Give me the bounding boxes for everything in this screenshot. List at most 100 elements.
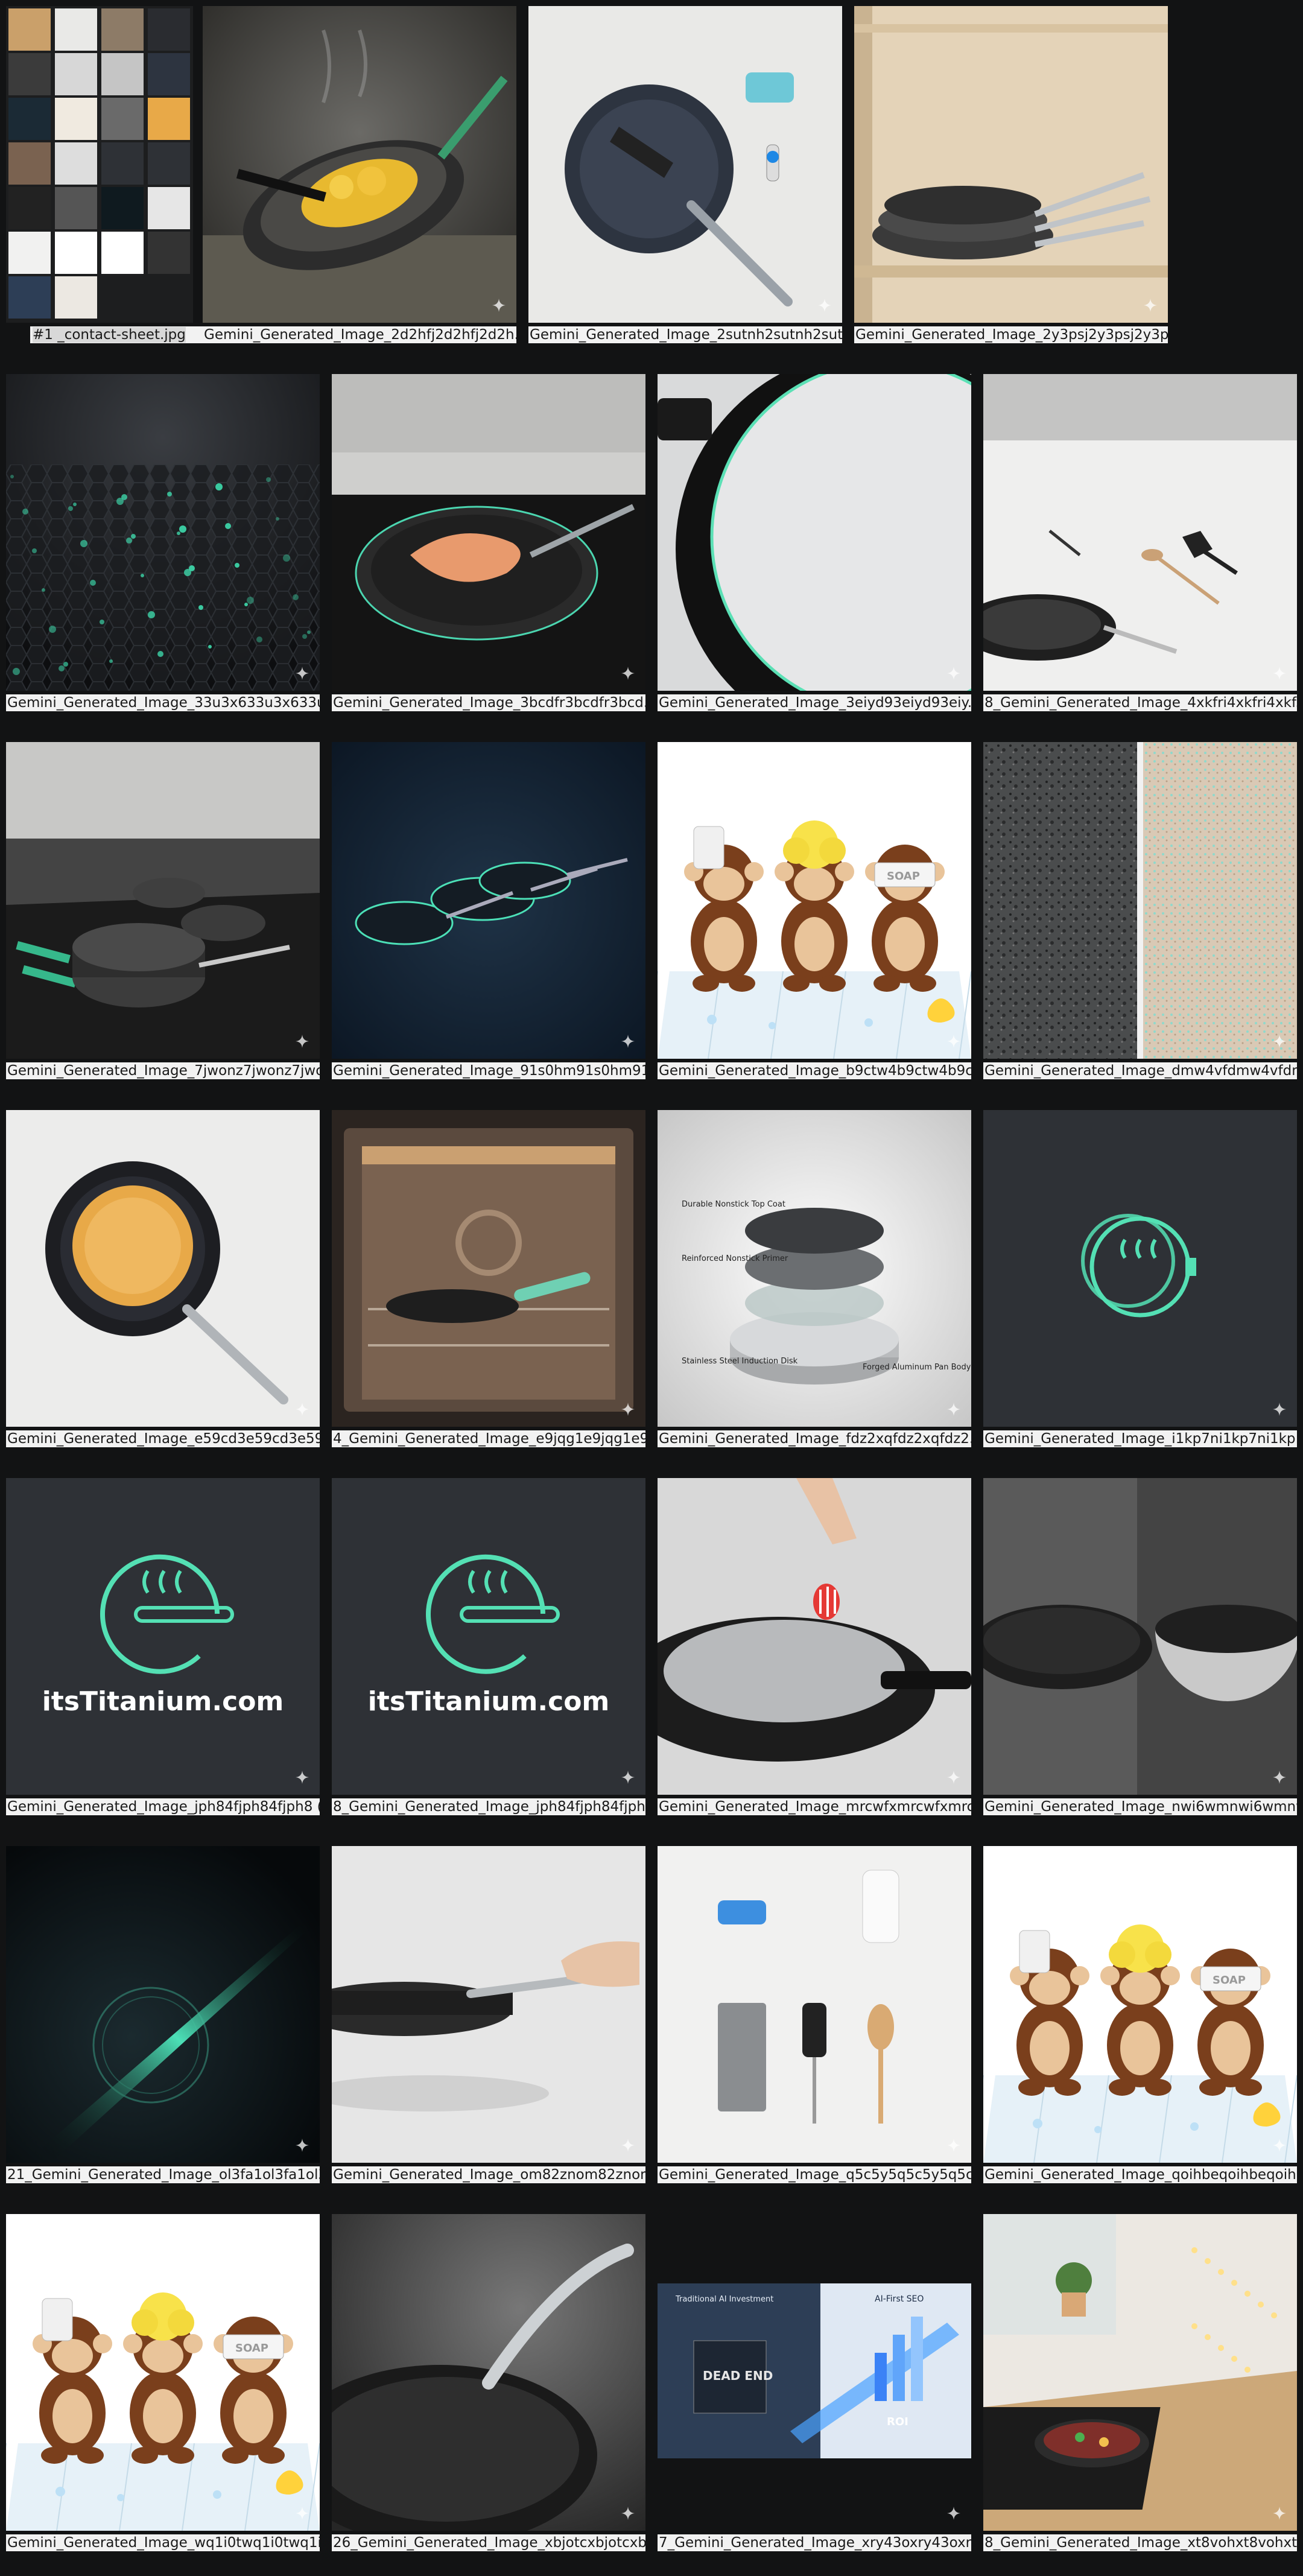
image-tile[interactable]: itsTitanium.com Gemini_Generated_Image_jp… <box>6 1478 320 1839</box>
image-thumbnail[interactable] <box>6 742 320 1059</box>
filename-text: Gemini_Generated_Image_3bcdfr3bcdfr3bcd.… <box>333 695 645 711</box>
image-tile[interactable]: Gemini_Generated_Image_mrcwfxmrcwfxmrcw <box>658 1478 971 1839</box>
contact-sheet-thumbnail <box>148 187 190 229</box>
image-tile[interactable]: Traditional AI Investment AI-First SEO D… <box>658 2214 971 2575</box>
sparkle-icon <box>818 299 831 312</box>
filename-text: 7_Gemini_Generated_Image_xry43oxry43oxry… <box>659 2535 971 2551</box>
image-tile[interactable]: 21_Gemini_Generated_Image_ol3fa1ol3fa1ol… <box>6 1846 320 2207</box>
image-tile[interactable]: SOAP Gemini_Generated_Image_wq1i0twq1i0t… <box>6 2214 320 2575</box>
filename-text: 8_Gemini_Generated_Image_xt8vohxt8vohxt8… <box>984 2535 1297 2551</box>
filename-text: Gemini_Generated_Image_b9ctw4b9ctw4b9ct.… <box>659 1063 971 1079</box>
image-thumbnail[interactable] <box>983 742 1297 1059</box>
sparkle-icon <box>1273 2139 1286 2152</box>
filename-text: Gemini_Generated_Image_qoihbeqoihbeqoih.… <box>984 2167 1297 2183</box>
image-text: Traditional AI Investment <box>675 2295 773 2304</box>
filename-text: 8_Gemini_Generated_Image_jph84fjph84fjph… <box>333 1799 645 1815</box>
image-thumbnail[interactable] <box>332 1110 645 1427</box>
image-thumbnail[interactable]: SOAP <box>6 2214 320 2531</box>
counter-utensils-image <box>983 374 1297 691</box>
filename-text: Gemini_Generated_Image_91s0hm91s0hm91s0 <box>333 1063 645 1079</box>
image-tile[interactable]: Gemini_Generated_Image_3bcdfr3bcdfr3bcd.… <box>332 374 645 735</box>
image-tile[interactable]: SOAP Gemini_Generated_Image_b9ctw4b9ctw4… <box>658 742 971 1103</box>
filename-text: 4_Gemini_Generated_Image_e9jqg1e9jqg1e9j… <box>333 1431 645 1447</box>
image-thumbnail[interactable]: SOAP <box>983 1846 1297 2163</box>
contact-sheet-thumbnail <box>8 8 51 51</box>
contact-sheet-thumbnail-grid[interactable] <box>6 6 193 323</box>
image-thumbnail[interactable] <box>6 1846 320 2163</box>
image-thumbnail[interactable] <box>983 1478 1297 1795</box>
image-tile[interactable]: Gemini_Generated_Image_nwi6wmnwi6wmnwi6 <box>983 1478 1297 1839</box>
image-thumbnail[interactable] <box>332 374 645 691</box>
image-thumbnail[interactable]: Traditional AI Investment AI-First SEO D… <box>658 2214 971 2531</box>
pans-dark-glow-image <box>332 742 645 1059</box>
sparkle-icon <box>1273 1403 1286 1416</box>
image-tile[interactable]: Gemini_Generated_Image_3eiyd93eiyd93eiy.… <box>658 374 971 735</box>
image-thumbnail[interactable] <box>983 1110 1297 1427</box>
contact-sheet-thumbnail <box>101 8 144 51</box>
image-thumbnail[interactable] <box>6 374 320 691</box>
image-thumbnail[interactable] <box>983 374 1297 691</box>
image-tile[interactable]: Gemini_Generated_Image_e59cd3e59cd3e59c. <box>6 1110 320 1471</box>
image-tile[interactable]: Gemini_Generated_Image_dmw4vfdmw4vfdmw4 <box>983 742 1297 1103</box>
image-thumbnail[interactable] <box>983 2214 1297 2531</box>
image-tile[interactable]: 8_Gemini_Generated_Image_4xkfri4xkfri4xk… <box>983 374 1297 735</box>
image-thumbnail[interactable] <box>332 1846 645 2163</box>
image-thumbnail[interactable] <box>203 6 516 323</box>
image-filename-caption: Gemini_Generated_Image_qoihbeqoihbeqoih.… <box>983 2166 1297 2183</box>
image-tile[interactable]: 26_Gemini_Generated_Image_xbjotcxbjotcxb… <box>332 2214 645 2575</box>
image-filename-caption: Gemini_Generated_Image_2y3psj2y3psj2y3p.… <box>854 326 1168 343</box>
filename-text: 8_Gemini_Generated_Image_4xkfri4xkfri4xk… <box>984 695 1297 711</box>
image-tile[interactable]: Durable Nonstick Top Coat Reinforced Non… <box>658 1110 971 1471</box>
sparkle-icon <box>296 1403 309 1416</box>
image-tile[interactable]: #1 _contact-sheet.jpg <box>6 6 211 367</box>
image-thumbnail[interactable] <box>854 6 1168 323</box>
image-thumbnail[interactable] <box>658 1846 971 2163</box>
image-thumbnail[interactable] <box>332 2214 645 2531</box>
image-filename-caption: Gemini_Generated_Image_91s0hm91s0hm91s0 <box>332 1062 645 1079</box>
image-text: SOAP <box>235 2342 268 2355</box>
image-tile[interactable]: Gemini_Generated_Image_2y3psj2y3psj2y3p.… <box>854 6 1168 367</box>
flatlay-image <box>658 1846 971 2163</box>
image-tile[interactable]: Gemini_Generated_Image_33u3x633u3x633u3. <box>6 374 320 735</box>
image-filename-caption: Gemini_Generated_Image_mrcwfxmrcwfxmrcw <box>658 1798 971 1815</box>
sparkle-icon <box>1273 1035 1286 1048</box>
pan-bowl-split-image <box>983 1478 1297 1795</box>
image-tile[interactable]: 8_Gemini_Generated_Image_xt8vohxt8vohxt8… <box>983 2214 1297 2575</box>
image-tile[interactable]: itsTitanium.com 8_Gemini_Generated_Image_… <box>332 1478 645 1839</box>
image-thumbnail[interactable]: Durable Nonstick Top Coat Reinforced Non… <box>658 1110 971 1427</box>
filename-text: 21_Gemini_Generated_Image_ol3fa1ol3fa1ol… <box>7 2167 320 2183</box>
image-thumbnail[interactable] <box>658 1478 971 1795</box>
contact-sheet-thumbnail <box>55 232 97 274</box>
image-thumbnail[interactable] <box>528 6 842 323</box>
image-thumbnail[interactable] <box>332 742 645 1059</box>
sparkle-icon <box>621 2139 635 2152</box>
image-tile[interactable]: Gemini_Generated_Image_om82znom82znom82 <box>332 1846 645 2207</box>
image-thumbnail[interactable]: itsTitanium.com <box>6 1478 320 1795</box>
image-filename-caption: Gemini_Generated_Image_i1kp7ni1kp7ni1kp.… <box>983 1430 1297 1447</box>
image-filename-caption: 8_Gemini_Generated_Image_4xkfri4xkfri4xk… <box>983 694 1297 711</box>
image-tile[interactable]: Gemini_Generated_Image_7jwonz7jwonz7jwo.… <box>6 742 320 1103</box>
filename-text: Gemini_Generated_Image_fdz2xqfdz2xqfdz2.… <box>659 1431 971 1447</box>
image-thumbnail[interactable]: SOAP <box>658 742 971 1059</box>
sparkle-icon <box>621 2507 635 2520</box>
image-tile[interactable]: Gemini_Generated_Image_2sutnh2sutnh2sut.… <box>528 6 842 367</box>
image-filename-caption: 8_Gemini_Generated_Image_xt8vohxt8vohxt8… <box>983 2534 1297 2551</box>
image-thumbnail[interactable] <box>6 1110 320 1427</box>
image-thumbnail[interactable] <box>658 374 971 691</box>
image-tile[interactable]: Gemini_Generated_Image_91s0hm91s0hm91s0 <box>332 742 645 1103</box>
filename-text: Gemini_Generated_Image_i1kp7ni1kp7ni1kp.… <box>984 1431 1297 1447</box>
image-tile[interactable]: Gemini_Generated_Image_q5c5y5q5c5y5q5c5. <box>658 1846 971 2207</box>
filename-text: Gemini_Generated_Image_2y3psj2y3psj2y3p.… <box>855 327 1168 343</box>
image-filename-caption: Gemini_Generated_Image_fdz2xqfdz2xqfdz2.… <box>658 1430 971 1447</box>
image-tile[interactable]: Gemini_Generated_Image_2d2hfj2d2hfj2d2h.… <box>203 6 516 367</box>
image-tile[interactable]: Gemini_Generated_Image_i1kp7ni1kp7ni1kp.… <box>983 1110 1297 1471</box>
image-tile[interactable]: SOAP Gemini_Generated_Image_qoihbeqoihbe… <box>983 1846 1297 2207</box>
contact-sheet-thumbnail <box>101 142 144 185</box>
image-filename-caption: 4_Gemini_Generated_Image_e9jqg1e9jqg1e9j… <box>332 1430 645 1447</box>
stove-pots-image <box>6 742 320 1059</box>
pan-dark-handle-image <box>332 2214 645 2531</box>
ai-seo-image: Traditional AI Investment AI-First SEO D… <box>658 2214 971 2531</box>
image-thumbnail[interactable]: itsTitanium.com <box>332 1478 645 1795</box>
image-text: ROI <box>887 2416 908 2428</box>
image-tile[interactable]: 4_Gemini_Generated_Image_e9jqg1e9jqg1e9j… <box>332 1110 645 1471</box>
